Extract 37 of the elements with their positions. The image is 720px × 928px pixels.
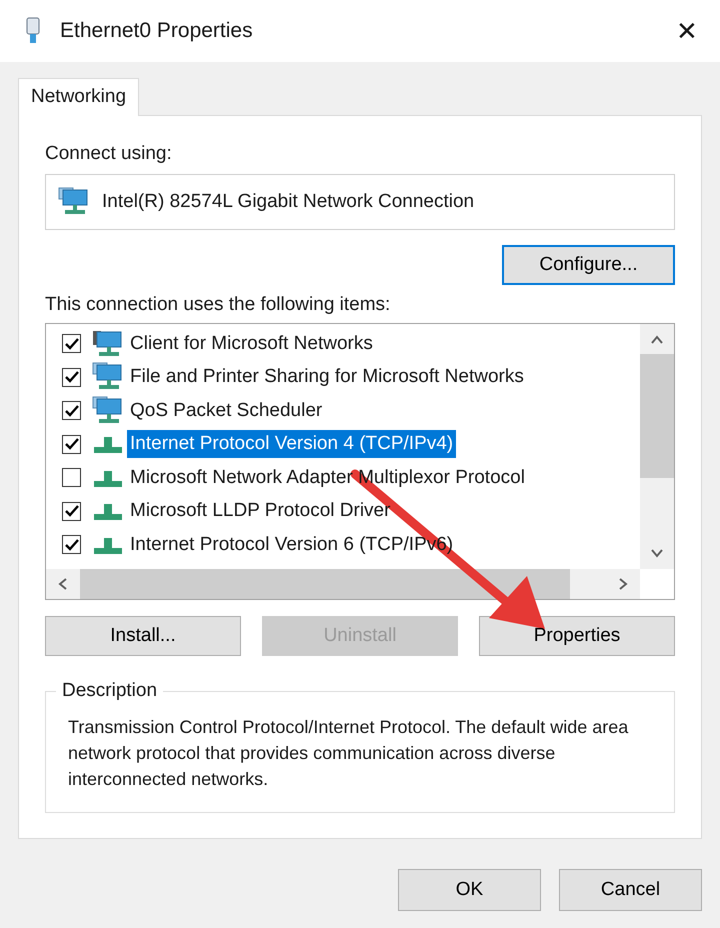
dialog-button[interactable]: OK [398,869,541,911]
list-item[interactable]: Microsoft LLDP Protocol Driver [127,497,394,526]
adapter-name: Intel(R) 82574L Gigabit Network Connection [102,190,474,214]
check-icon [64,505,78,518]
computer-network-icon [92,328,124,359]
tab[interactable]: Networking [18,78,140,116]
dialog-button[interactable]: Properties [479,616,675,656]
checkbox[interactable] [62,368,81,387]
check-icon [64,371,78,384]
list-item[interactable]: Internet Protocol Version 4 (TCP/IPv4) [127,430,456,458]
window-title: Ethernet0 Properties [60,18,253,44]
checkbox[interactable] [62,334,81,354]
checkbox[interactable] [62,502,81,521]
configure-button[interactable]: Configure... [502,245,675,285]
section-label: Connect using: [45,142,173,166]
group-title: Description [56,679,164,703]
network-plug-icon [24,17,42,45]
list-item[interactable]: File and Printer Sharing for Microsoft Networks [127,363,527,392]
description-text: Transmission Control Protocol/Internet Protocol. The default wide area network protocol that provides communication across diverse interconnected networks. [68,716,630,791]
computers-network-icon [58,187,90,217]
checkbox[interactable] [62,401,81,420]
horizontal-scrollbar[interactable] [46,569,640,599]
checkbox[interactable] [62,434,81,454]
check-icon [64,338,78,350]
section-label: This connection uses the following items: [45,293,392,317]
checkbox[interactable] [62,468,81,488]
dialog-button[interactable]: Install... [45,616,241,656]
check-icon [64,538,78,551]
dialog-button[interactable]: Cancel [559,869,702,911]
list-item[interactable]: QoS Packet Scheduler [127,396,326,425]
close-button[interactable]: ✕ [676,18,698,44]
check-icon [64,404,78,417]
checkbox[interactable] [62,535,81,554]
check-icon [64,438,78,450]
vertical-scrollbar[interactable] [640,324,674,569]
list-item[interactable]: Client for Microsoft Networks [127,330,376,358]
computers-network-icon [92,396,124,426]
